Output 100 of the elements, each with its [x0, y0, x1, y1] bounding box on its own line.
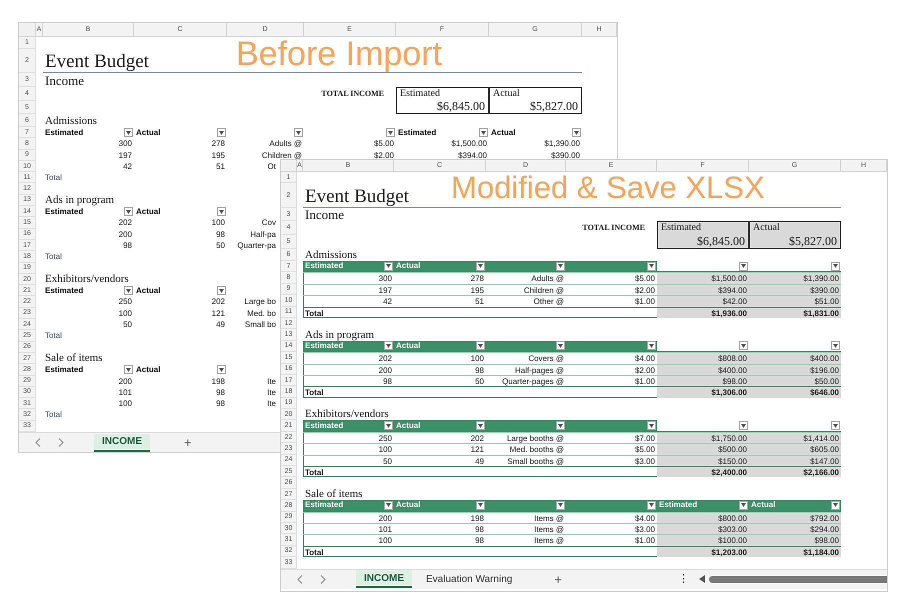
filter-dropdown[interactable]	[476, 341, 485, 350]
table-cell-text: $1,500.00	[450, 138, 488, 150]
filter-dropdown[interactable]	[124, 365, 133, 374]
table-cell: 202	[303, 352, 394, 364]
column-label: Actual	[396, 262, 420, 270]
filter-dropdown[interactable]	[831, 341, 840, 350]
table-cell-text: 197	[118, 150, 133, 161]
table-cell: Children @	[486, 284, 566, 296]
scroll-left-icon[interactable]	[698, 575, 705, 584]
table-cell-text: Ite	[266, 376, 277, 387]
filter-dropdown[interactable]	[217, 128, 226, 138]
table-cell: $792.00	[749, 512, 841, 523]
filter-dropdown[interactable]	[384, 500, 393, 510]
next-sheet-icon[interactable]	[320, 574, 326, 584]
filter-dropdown[interactable]	[556, 262, 565, 271]
previous-sheet-icon[interactable]	[297, 574, 303, 584]
table-cell-text: 49	[215, 319, 226, 330]
filter-dropdown[interactable]	[124, 286, 133, 296]
filter-dropdown[interactable]	[739, 421, 748, 430]
table-cell: $1,414.00	[749, 432, 841, 444]
filter-dropdown[interactable]	[556, 341, 565, 350]
filter-dropdown[interactable]	[647, 262, 656, 271]
filter-dropdown[interactable]	[124, 207, 133, 216]
column-label: Actual	[136, 208, 160, 216]
table-cell: 49	[394, 454, 486, 466]
table-cell: 100	[303, 534, 394, 546]
previous-sheet-icon[interactable]	[35, 438, 41, 448]
filter-dropdown[interactable]	[739, 262, 748, 271]
summary-label: Estimated	[661, 222, 702, 233]
section-title: Admissions	[44, 116, 98, 127]
table-cell-text: $5.00	[372, 138, 395, 150]
add-sheet-button[interactable]: +	[180, 436, 196, 450]
filter-dropdown[interactable]	[476, 500, 485, 510]
filter-dropdown[interactable]	[647, 500, 656, 510]
filter-dropdown[interactable]	[384, 262, 393, 271]
filter-dropdown[interactable]	[384, 341, 393, 350]
filter-dropdown[interactable]	[384, 421, 393, 430]
more-options-button[interactable]: ⋮	[676, 574, 691, 585]
table-cell-text: 98	[215, 398, 226, 410]
filter-dropdown[interactable]	[647, 341, 656, 350]
table-cell-text: $394.00	[457, 150, 488, 161]
column-label: Estimated	[305, 501, 344, 510]
table-cell: Total	[303, 466, 394, 478]
table-cell: 98	[394, 364, 486, 375]
table-cell: 101	[303, 522, 394, 534]
table-cell: $400.00	[657, 364, 749, 375]
filter-dropdown[interactable]	[572, 128, 581, 138]
summary-amount: $5,827.00	[530, 100, 578, 113]
table-cell-text: 98	[122, 240, 133, 252]
table-cell: $2,166.00	[749, 466, 841, 478]
table-cell-text: 100	[210, 217, 226, 229]
filter-dropdown[interactable]	[217, 365, 226, 374]
table-cell-text: 195	[210, 150, 226, 161]
table-cell-text: Adults @	[268, 138, 303, 150]
table-cell-text: 200	[118, 376, 133, 387]
filter-dropdown[interactable]	[739, 500, 748, 510]
table-cell: Med. booths @	[486, 443, 566, 455]
column-label: Actual	[136, 286, 160, 295]
table-cell: $800.00	[657, 512, 749, 523]
scrollbar-thumb[interactable]	[708, 576, 887, 583]
table-cell: Items @	[486, 534, 566, 546]
table-cell: $1,184.00	[749, 546, 841, 558]
filter-dropdown[interactable]	[217, 286, 226, 296]
filter-dropdown[interactable]	[831, 262, 840, 271]
filter-dropdown[interactable]	[217, 207, 226, 216]
filter-dropdown[interactable]	[831, 421, 840, 430]
section-title: Sale of items	[304, 489, 364, 500]
filter-dropdown[interactable]	[739, 341, 748, 350]
filter-dropdown[interactable]	[294, 128, 303, 138]
table-cell: 98	[394, 534, 486, 546]
column-label: Estimated	[45, 208, 84, 216]
table-cell: 198	[394, 512, 486, 523]
filter-dropdown[interactable]	[647, 421, 656, 430]
filter-dropdown[interactable]	[386, 128, 395, 138]
table-cell: $1,831.00	[749, 306, 841, 318]
sheet-tab[interactable]: Evaluation Warning	[418, 570, 520, 588]
table-cell: $294.00	[749, 522, 841, 534]
column-label: Estimated	[305, 342, 344, 350]
filter-dropdown[interactable]	[476, 421, 485, 430]
filter-dropdown[interactable]	[556, 421, 565, 430]
table-cell-text: $2.00	[372, 150, 395, 161]
table-cell-text: Total	[44, 251, 63, 263]
filter-dropdown[interactable]	[831, 500, 840, 510]
filter-dropdown[interactable]	[556, 500, 565, 510]
table-cell: $1,390.00	[749, 272, 841, 284]
sheet-tab[interactable]: INCOME	[94, 434, 150, 452]
filter-dropdown[interactable]	[124, 128, 133, 138]
table-cell: $147.00	[749, 454, 841, 466]
filter-dropdown[interactable]	[479, 128, 488, 138]
table-cell-text: $1,390.00	[543, 138, 581, 150]
table-cell-text: 250	[118, 296, 133, 308]
next-sheet-icon[interactable]	[58, 438, 64, 448]
table-cell: $1,750.00	[657, 432, 749, 444]
table-cell-text: Ite	[266, 398, 277, 410]
add-sheet-button[interactable]: +	[550, 572, 566, 586]
table-cell: 200	[303, 364, 394, 375]
sheet-tab[interactable]: INCOME	[356, 570, 412, 588]
table-cell-text: 278	[210, 138, 226, 150]
table-cell: $808.00	[657, 352, 749, 364]
filter-dropdown[interactable]	[476, 262, 485, 271]
